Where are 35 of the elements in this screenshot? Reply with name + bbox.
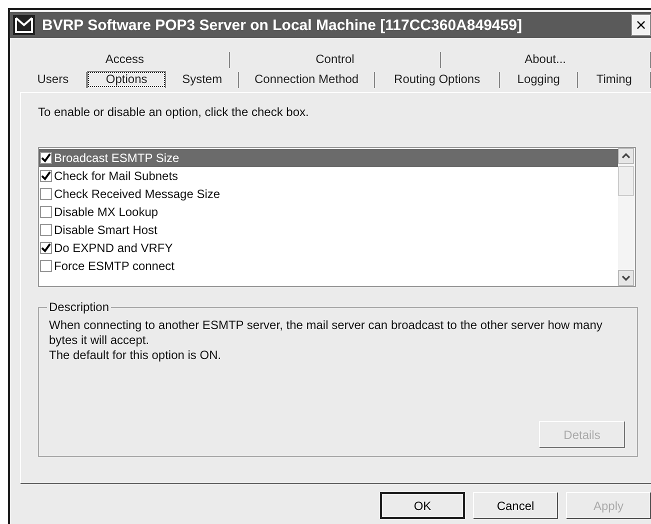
option-label: Do EXPND and VRFY [54,241,173,255]
checkbox[interactable] [40,152,52,164]
window-title: BVRP Software POP3 Server on Local Machine [117CC360A849459] [42,16,522,34]
option-item[interactable]: Do EXPND and VRFY [39,239,618,257]
close-button[interactable]: × [631,14,651,36]
scroll-up-icon[interactable] [618,148,634,164]
scroll-down-icon[interactable] [618,270,634,286]
option-item[interactable]: Force ESMTP connect [39,257,618,275]
option-item[interactable]: Check for Mail Subnets [39,167,618,185]
option-item[interactable]: Broadcast ESMTP Size [39,149,618,167]
checkbox[interactable] [40,188,52,200]
description-text: The default for this option is ON. [49,348,222,363]
option-label: Force ESMTP connect [54,259,174,273]
checkbox[interactable] [40,242,52,254]
option-label: Disable MX Lookup [54,205,158,219]
option-label: Broadcast ESMTP Size [54,151,180,165]
option-label: Disable Smart Host [54,223,158,237]
checkbox[interactable] [40,224,52,236]
group-title: Description [47,300,112,314]
checkbox[interactable] [40,206,52,218]
instruction-text: To enable or disable an option, click the check box. [38,105,310,119]
description-text: When connecting to another ESMTP server, the mail server can broadcast to the other server how many bytes it will accept. [49,318,604,348]
checkbox[interactable] [40,170,52,182]
tab[interactable]: Options [86,71,166,88]
dialog-button[interactable]: OK [380,492,466,519]
option-item[interactable]: Disable Smart Host [39,221,618,239]
checkbox[interactable] [40,260,52,272]
scroll-thumb[interactable] [618,166,634,196]
scrollbar[interactable] [618,148,635,286]
option-label: Check Received Message Size [54,187,220,201]
dialog-button[interactable]: Cancel [473,492,558,519]
option-item[interactable]: Check Received Message Size [39,185,618,203]
option-label: Check for Mail Subnets [54,169,178,183]
envelope-icon [12,14,36,36]
option-item[interactable]: Disable MX Lookup [39,203,618,221]
